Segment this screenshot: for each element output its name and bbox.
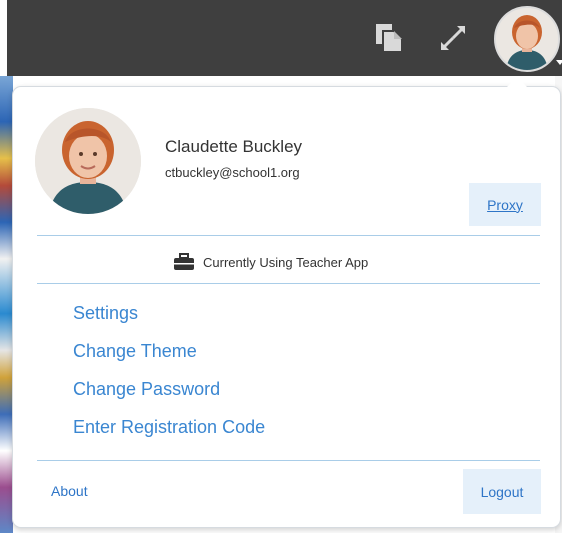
popover-arrow	[507, 77, 527, 87]
divider	[37, 460, 540, 461]
divider	[37, 283, 540, 284]
expand-icon[interactable]	[437, 22, 469, 59]
logout-button[interactable]: Logout	[463, 469, 541, 514]
about-link[interactable]: About	[51, 483, 88, 499]
divider	[37, 235, 540, 236]
user-name: Claudette Buckley	[165, 137, 303, 156]
proxy-button[interactable]: Proxy	[469, 183, 541, 226]
menu-item-change-password[interactable]: Change Password	[73, 379, 220, 400]
caret-down-icon[interactable]	[556, 60, 562, 65]
copy-icon[interactable]	[373, 22, 405, 59]
menu-item-settings[interactable]: Settings	[73, 303, 138, 324]
menu-item-registration-code[interactable]: Enter Registration Code	[73, 417, 265, 438]
profile-photo	[35, 108, 141, 214]
avatar[interactable]	[494, 6, 560, 72]
profile-popover: Claudette Buckley ctbuckley@school1.org …	[12, 86, 561, 528]
current-app-text: Currently Using Teacher App	[203, 254, 369, 270]
current-app-status: Currently Using Teacher App	[173, 253, 368, 271]
menu-item-change-theme[interactable]: Change Theme	[73, 341, 197, 362]
briefcase-icon	[174, 253, 194, 270]
top-bar	[7, 0, 562, 76]
user-email: ctbuckley@school1.org	[165, 165, 300, 180]
